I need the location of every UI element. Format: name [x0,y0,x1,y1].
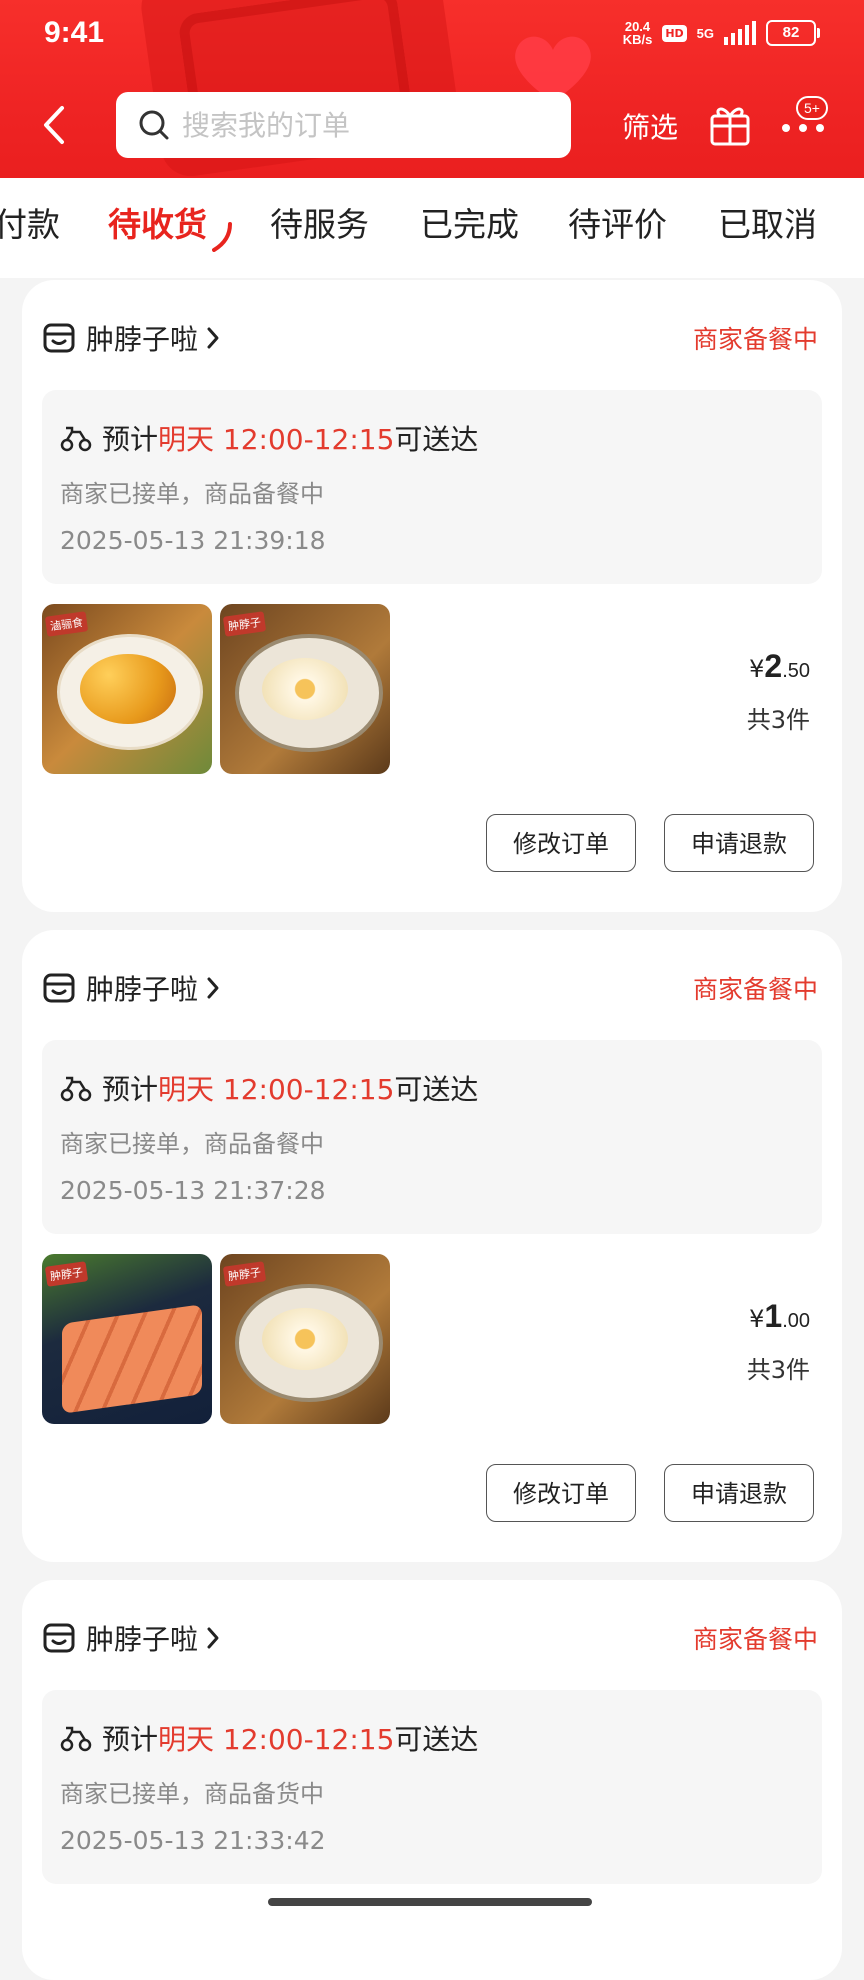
order-substatus: 商家已接单，商品备餐中 [60,480,324,508]
price-integer: 1 [764,1298,783,1334]
item-count: 共3件 [746,706,810,734]
hd-badge: HD [662,24,687,42]
order-price: ¥2.50 [749,648,810,685]
tab-awaiting-service[interactable]: 待服务 [270,198,369,246]
search-bar[interactable] [116,92,571,158]
eta-suffix: 可送达 [394,423,479,456]
filter-button[interactable]: 筛选 [622,106,678,146]
product-image-tag: 滷骊食 [44,611,89,637]
price-integer: 2 [764,648,783,684]
order-card[interactable]: 肿脖子啦 商家备餐中 预计 明天 12:00-12:15 可送达 商家已接单，商品备… [22,930,842,1562]
eta-time: 明天 12:00-12:15 [158,423,395,456]
gift-icon[interactable] [708,100,752,148]
order-timestamp: 2025-05-13 21:33:42 [60,1826,326,1855]
chevron-right-icon [207,1627,219,1649]
tab-completed[interactable]: 已完成 [420,198,519,246]
product-image-tag: 肿脖子 [222,611,267,637]
tab-cancelled[interactable]: 已取消 [718,198,817,246]
signal-icon [724,21,756,45]
store-icon [43,1623,75,1653]
delivery-info: 预计 明天 12:00-12:15 可送达 商家已接单，商品备餐中 2025-05-… [42,390,822,584]
store-icon [43,323,75,353]
active-tab-indicator [212,222,232,252]
order-status-tabs: 付款 待收货 待服务 已完成 待评价 已取消 [0,178,864,278]
chevron-right-icon [207,977,219,999]
network-speed: 20.4 KB/s [623,20,653,46]
store-icon [43,973,75,1003]
order-timestamp: 2025-05-13 21:37:28 [60,1176,326,1205]
order-card[interactable]: 肿脖子啦 商家备餐中 预计 明天 12:00-12:15 可送达 商家已接单，商品备… [22,1580,842,1980]
request-refund-button[interactable]: 申请退款 [664,814,814,872]
network-speed-unit: KB/s [622,32,653,47]
order-status: 商家备餐中 [692,1625,818,1654]
eta-line: 预计 明天 12:00-12:15 可送达 [60,418,478,458]
store-name: 肿脖子啦 [86,1623,199,1656]
eta-suffix: 可送达 [394,1073,479,1106]
store-name: 肿脖子啦 [86,323,199,356]
currency-symbol: ¥ [749,1305,765,1333]
notification-badge: 5+ [796,96,828,120]
top-header: 9:41 20.4 KB/s HD 5G 82 筛选 [0,0,864,178]
chevron-right-icon [207,327,219,349]
order-substatus: 商家已接单，商品备餐中 [60,1130,324,1158]
store-name: 肿脖子啦 [86,973,199,1006]
product-image-tag: 肿脖子 [44,1261,89,1287]
delivery-info: 预计 明天 12:00-12:15 可送达 商家已接单，商品备货中 2025-05-… [42,1690,822,1884]
currency-symbol: ¥ [749,655,765,683]
delivery-info: 预计 明天 12:00-12:15 可送达 商家已接单，商品备餐中 2025-05-… [42,1040,822,1234]
store-link[interactable]: 肿脖子啦 [42,1616,220,1660]
delivery-scooter-icon [60,1726,92,1752]
product-image-tag: 肿脖子 [222,1261,267,1287]
network-type: 5G [696,25,714,41]
store-link[interactable]: 肿脖子啦 [42,966,220,1010]
modify-order-button[interactable]: 修改订单 [486,1464,636,1522]
clock: 9:41 [44,16,105,49]
tab-awaiting-delivery[interactable]: 待收货 [108,198,207,246]
product-image[interactable]: 滷骊食 [42,604,212,774]
price-decimal: .50 [782,660,810,682]
eta-prefix: 预计 [102,1723,159,1756]
product-image[interactable]: 肿脖子 [42,1254,212,1424]
store-link[interactable]: 肿脖子啦 [42,316,220,360]
modify-order-button[interactable]: 修改订单 [486,814,636,872]
search-input[interactable] [180,107,544,143]
price-decimal: .00 [782,1310,810,1332]
order-status: 商家备餐中 [692,975,818,1004]
product-image[interactable]: 肿脖子 [220,1254,390,1424]
search-icon [139,110,169,140]
order-substatus: 商家已接单，商品备货中 [60,1780,324,1808]
tab-to-review[interactable]: 待评价 [568,198,667,246]
battery-icon: 82 [766,20,820,46]
order-card[interactable]: 肿脖子啦 商家备餐中 预计 明天 12:00-12:15 可送达 商家已接单，商品备… [22,280,842,912]
order-status: 商家备餐中 [692,325,818,354]
status-bar: 9:41 20.4 KB/s HD 5G 82 [0,0,864,72]
item-count: 共3件 [746,1356,810,1384]
home-indicator[interactable] [268,1898,592,1906]
delivery-scooter-icon [60,1076,92,1102]
tab-payment[interactable]: 付款 [0,198,60,246]
eta-prefix: 预计 [102,1073,159,1106]
eta-time: 明天 12:00-12:15 [158,1723,395,1756]
eta-time: 明天 12:00-12:15 [158,1073,395,1106]
request-refund-button[interactable]: 申请退款 [664,1464,814,1522]
order-price: ¥1.00 [749,1298,810,1335]
eta-prefix: 预计 [102,423,159,456]
back-arrow-icon[interactable] [40,104,70,146]
product-image[interactable]: 肿脖子 [220,604,390,774]
order-timestamp: 2025-05-13 21:39:18 [60,526,326,555]
eta-line: 预计 明天 12:00-12:15 可送达 [60,1718,478,1758]
eta-line: 预计 明天 12:00-12:15 可送达 [60,1068,478,1108]
delivery-scooter-icon [60,426,92,452]
eta-suffix: 可送达 [394,1723,479,1756]
